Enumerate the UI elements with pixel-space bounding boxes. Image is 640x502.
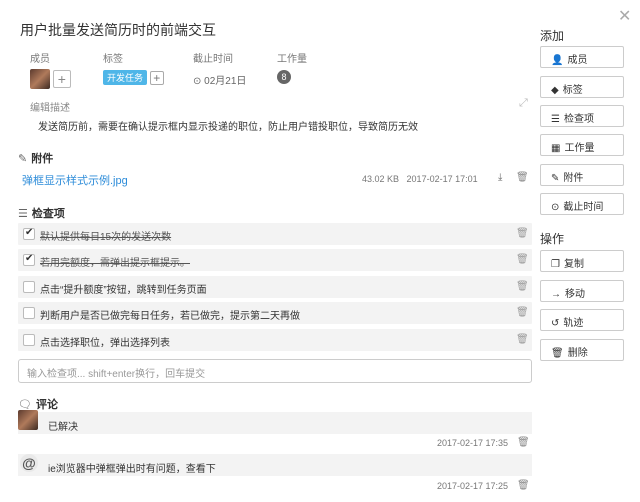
avatar[interactable] bbox=[18, 410, 38, 430]
button-label: 成员 bbox=[567, 55, 588, 66]
deadline-label: 截止时间 bbox=[193, 54, 233, 65]
tag-label: 标签 bbox=[103, 54, 123, 65]
attachments-heading-label: 附件 bbox=[31, 153, 54, 165]
list-icon: ☰ bbox=[551, 114, 560, 125]
checkbox[interactable] bbox=[23, 227, 35, 240]
attachment-link[interactable]: 弹框显示样式示例.jpg bbox=[22, 172, 128, 188]
checklist-item: 点击选择职位，弹出选择列表 🗑 bbox=[18, 329, 532, 351]
member-label: 成员 bbox=[30, 54, 50, 65]
button-label: 删除 bbox=[567, 348, 588, 359]
paperclip-icon: ✎ bbox=[18, 153, 28, 165]
history-icon: ↺ bbox=[551, 318, 560, 329]
add-checklist-button[interactable]: ☰ 检查项 bbox=[540, 105, 624, 127]
tag-icon: ◆ bbox=[551, 85, 559, 96]
attachment-size: 43.02 KB bbox=[362, 174, 400, 184]
edit-description-link[interactable]: 编辑描述 bbox=[30, 99, 70, 114]
move-button[interactable]: → 移动 bbox=[540, 280, 624, 302]
add-tag-button[interactable]: + bbox=[149, 71, 164, 86]
checklist-item-text[interactable]: 点击选择职位，弹出选择列表 bbox=[40, 334, 170, 349]
checkbox[interactable] bbox=[23, 281, 35, 293]
trash-icon[interactable]: 🗑 bbox=[516, 228, 529, 239]
checklist-input[interactable]: 输入检查项... shift+enter换行，回车提交 bbox=[18, 359, 532, 383]
workload-group: 工作量 8 bbox=[277, 50, 307, 84]
deadline-value[interactable]: 02月21日 bbox=[204, 76, 246, 87]
attachment-date: 2017-02-17 17:01 bbox=[406, 174, 478, 184]
add-heading: 添加 bbox=[540, 29, 565, 43]
workload-badge[interactable]: 8 bbox=[277, 70, 291, 84]
checkbox[interactable] bbox=[23, 253, 35, 266]
attachments-heading: ✎ 附件 bbox=[18, 150, 53, 166]
trash-icon[interactable]: 🗑 bbox=[517, 437, 530, 448]
checkbox[interactable] bbox=[23, 334, 35, 346]
button-label: 复制 bbox=[563, 259, 584, 270]
comments-heading-label: 评论 bbox=[35, 399, 58, 411]
at-icon: @ bbox=[20, 454, 38, 472]
comment-item: 已解决 bbox=[18, 412, 532, 434]
copy-button[interactable]: ❐ 复制 bbox=[540, 250, 624, 272]
checklist-item: 若用完额度，需弹出提示框提示。 🗑 bbox=[18, 249, 532, 271]
add-member-button[interactable]: + bbox=[52, 70, 71, 88]
clock-icon: ⊙ bbox=[193, 76, 202, 87]
card-title[interactable]: 用户批量发送简历时的前端交互 bbox=[20, 20, 216, 40]
history-button[interactable]: ↺ 轨迹 bbox=[540, 309, 624, 331]
trash-icon[interactable]: 🗑 bbox=[516, 254, 529, 265]
add-attachment-button[interactable]: ✎ 附件 bbox=[540, 164, 624, 186]
list-icon: ☰ bbox=[18, 208, 28, 220]
description-text: 发送简历前，需要在确认提示框内显示投递的职位，防止用户错投职位，导致简历无效 bbox=[38, 122, 418, 133]
button-label: 检查项 bbox=[563, 114, 594, 125]
copy-icon: ❐ bbox=[551, 259, 560, 270]
action-heading: 操作 bbox=[540, 232, 565, 246]
attachment-meta: 43.02 KB 2017-02-17 17:01 bbox=[362, 174, 478, 184]
trash-icon[interactable]: 🗑 bbox=[516, 334, 529, 345]
download-icon[interactable]: ⤓ bbox=[498, 172, 502, 183]
button-label: 标签 bbox=[562, 85, 583, 96]
button-label: 附件 bbox=[563, 173, 584, 184]
delete-button[interactable]: 🗑 删除 bbox=[540, 339, 624, 361]
workload-label: 工作量 bbox=[277, 54, 307, 65]
comment-item: ie浏览器中弹框弹出时有问题，查看下 bbox=[18, 454, 532, 476]
checklist-item-text[interactable]: 判断用户是否已做完每日任务，若已做完，提示第二天再做 bbox=[40, 307, 300, 322]
member-group: 成员 + bbox=[30, 50, 71, 89]
add-user-icon: 👤 bbox=[551, 55, 564, 66]
comment-time: 2017-02-17 17:25 bbox=[437, 481, 509, 491]
trash-icon[interactable]: 🗑 bbox=[517, 480, 530, 491]
button-label: 轨迹 bbox=[563, 318, 584, 329]
tag-group: 标签 开发任务 + bbox=[103, 50, 164, 86]
button-label: 工作量 bbox=[564, 143, 595, 154]
checklist-heading-label: 检查项 bbox=[31, 208, 65, 220]
button-label: 移动 bbox=[565, 289, 585, 300]
trash-icon[interactable]: 🗑 bbox=[516, 307, 529, 318]
comment-text: ie浏览器中弹框弹出时有问题，查看下 bbox=[48, 464, 216, 475]
add-tag-button[interactable]: ◆ 标签 bbox=[540, 76, 624, 98]
comment-text: 已解决 bbox=[48, 422, 78, 433]
checklist-item: 默认提供每日15次的发送次数 🗑 bbox=[18, 223, 532, 245]
checklist-item-text[interactable]: 点击“提升额度”按钮，跳转到任务页面 bbox=[40, 281, 207, 296]
checklist-item: 点击“提升额度”按钮，跳转到任务页面 🗑 bbox=[18, 276, 532, 298]
checklist-item-text[interactable]: 默认提供每日15次的发送次数 bbox=[40, 228, 171, 243]
trash-icon[interactable]: 🗑 bbox=[516, 281, 529, 292]
attachment-item: 弹框显示样式示例.jpg 43.02 KB 2017-02-17 17:01 ⤓… bbox=[18, 172, 532, 188]
paperclip-icon: ✎ bbox=[551, 173, 560, 184]
close-icon[interactable]: ✕ bbox=[618, 6, 631, 26]
avatar[interactable] bbox=[30, 69, 50, 89]
add-workload-button[interactable]: ▦ 工作量 bbox=[540, 134, 624, 156]
arrow-right-icon: → bbox=[551, 289, 561, 300]
checklist-item: 判断用户是否已做完每日任务，若已做完，提示第二天再做 🗑 bbox=[18, 302, 532, 324]
checklist-heading: ☰ 检查项 bbox=[18, 205, 65, 221]
tag-badge[interactable]: 开发任务 bbox=[103, 70, 148, 85]
checklist-item-text[interactable]: 若用完额度，需弹出提示框提示。 bbox=[40, 254, 190, 269]
deadline-group: 截止时间 ⊙ 02月21日 bbox=[193, 50, 246, 87]
trash-icon[interactable]: 🗑 bbox=[516, 172, 529, 183]
checkbox[interactable] bbox=[23, 307, 35, 319]
grid-icon: ▦ bbox=[551, 143, 561, 154]
expand-icon[interactable]: ⤢ bbox=[519, 97, 528, 110]
add-deadline-button[interactable]: ⊙ 截止时间 bbox=[540, 193, 624, 215]
button-label: 截止时间 bbox=[563, 202, 604, 213]
clock-icon: ⊙ bbox=[551, 202, 560, 213]
add-member-button[interactable]: 👤 成员 bbox=[540, 46, 624, 68]
comment-time: 2017-02-17 17:35 bbox=[437, 438, 509, 448]
trash-icon: 🗑 bbox=[551, 348, 564, 359]
